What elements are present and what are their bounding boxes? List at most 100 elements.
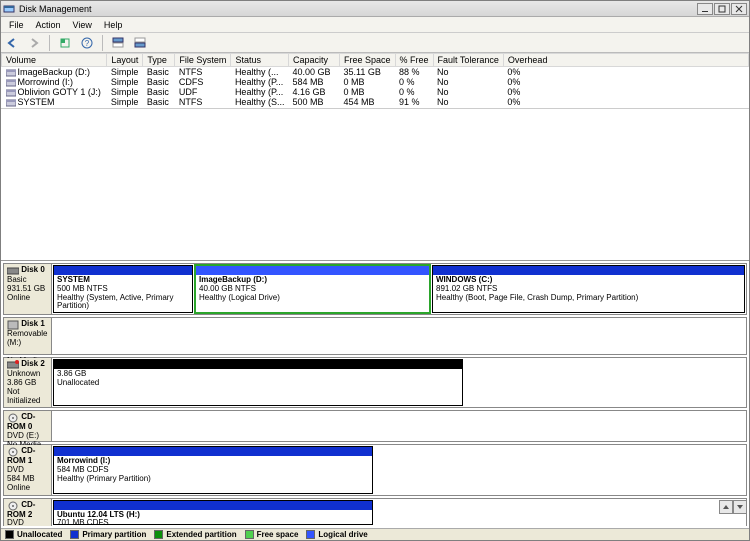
part-info: Healthy (Boot, Page File, Crash Dump, Pr… xyxy=(436,293,638,302)
col-fault-tolerance[interactable]: Fault Tolerance xyxy=(433,54,503,67)
toolbar-separator xyxy=(49,35,50,51)
scroll-down-button[interactable] xyxy=(733,500,747,514)
scroll-buttons xyxy=(719,500,747,514)
disk-label-disk1[interactable]: Disk 1 Removable (M:) No Media xyxy=(4,318,52,354)
disk-label-cdrom2[interactable]: CD-ROM 2 DVD 701 MB xyxy=(4,499,52,526)
empty-upper-area xyxy=(1,109,749,260)
disk-status: Online xyxy=(7,293,30,302)
part-sub: 3.86 GB xyxy=(57,369,86,378)
close-button[interactable] xyxy=(731,3,747,15)
legend-logical: Logical drive xyxy=(318,530,367,539)
partition-stripe xyxy=(433,266,744,275)
table-row[interactable]: ImageBackup (D:)SimpleBasicNTFSHealthy (… xyxy=(2,67,749,78)
disk-type: DVD (E:) xyxy=(7,431,39,440)
menu-action[interactable]: Action xyxy=(30,19,67,31)
disk-size: 931.51 GB xyxy=(7,284,45,293)
disk-type: Unknown xyxy=(7,369,40,378)
back-button[interactable] xyxy=(3,34,21,52)
cdrom1-partitions: Morrowind (I:) 584 MB CDFS Healthy (Prim… xyxy=(52,445,746,494)
table-row[interactable]: Morrowind (I:)SimpleBasicCDFSHealthy (P.… xyxy=(2,77,749,87)
disk-type: Basic xyxy=(7,275,27,284)
partition-morrowind[interactable]: Morrowind (I:) 584 MB CDFS Healthy (Prim… xyxy=(53,446,373,493)
part-info: Healthy (Primary Partition) xyxy=(57,474,151,483)
col-freespace[interactable]: Free Space xyxy=(340,54,396,67)
disk-label-disk2[interactable]: Disk 2 Unknown 3.86 GB Not Initialized xyxy=(4,358,52,407)
volume-list-pane: Volume Layout Type File System Status Ca… xyxy=(1,53,749,109)
view-top-button[interactable] xyxy=(109,34,127,52)
col-layout[interactable]: Layout xyxy=(107,54,143,67)
help-button[interactable]: ? xyxy=(78,34,96,52)
disk-row-disk1: Disk 1 Removable (M:) No Media xyxy=(3,317,747,355)
part-title: WINDOWS (C:) xyxy=(436,275,492,284)
disk-name: Disk 1 xyxy=(21,319,45,328)
disk0-partitions: SYSTEM 500 MB NTFS Healthy (System, Acti… xyxy=(52,264,746,314)
partition-system[interactable]: SYSTEM 500 MB NTFS Healthy (System, Acti… xyxy=(53,265,193,313)
part-title: Morrowind (I:) xyxy=(57,456,110,465)
disk-row-cdrom0: CD-ROM 0 DVD (E:) No Media xyxy=(3,410,747,442)
disk2-partitions: 3.86 GB Unallocated xyxy=(52,358,746,407)
disk-type: DVD xyxy=(7,518,24,527)
partition-stripe xyxy=(54,501,372,510)
disk-label-cdrom1[interactable]: CD-ROM 1 DVD 584 MB Online xyxy=(4,445,52,494)
disk-row-disk2: Disk 2 Unknown 3.86 GB Not Initialized 3… xyxy=(3,357,747,408)
disk-label-disk0[interactable]: Disk 0 Basic 931.51 GB Online xyxy=(4,264,52,314)
menu-file[interactable]: File xyxy=(3,19,30,31)
window-buttons xyxy=(697,3,747,15)
partition-windows[interactable]: WINDOWS (C:) 891.02 GB NTFS Healthy (Boo… xyxy=(432,265,745,313)
part-sub: 584 MB CDFS xyxy=(57,465,109,474)
col-percent-free[interactable]: % Free xyxy=(395,54,433,67)
disk-status: Not Initialized xyxy=(7,387,40,405)
scroll-up-button[interactable] xyxy=(719,500,733,514)
disk-size: 3.86 GB xyxy=(7,378,36,387)
partition-ubuntu[interactable]: Ubuntu 12.04 LTS (H:) 701 MB CDFS Health… xyxy=(53,500,373,525)
part-sub: 701 MB CDFS xyxy=(57,518,109,527)
partition-stripe xyxy=(54,360,462,369)
volume-table[interactable]: Volume Layout Type File System Status Ca… xyxy=(1,53,749,109)
refresh-button[interactable] xyxy=(56,34,74,52)
legend-swatch-primary xyxy=(70,530,79,539)
table-row[interactable]: SYSTEMSimpleBasicNTFSHealthy (S...500 MB… xyxy=(2,97,749,107)
col-capacity[interactable]: Capacity xyxy=(288,54,339,67)
legend-extended: Extended partition xyxy=(166,530,236,539)
part-sub: 500 MB NTFS xyxy=(57,284,108,293)
legend-swatch-free xyxy=(245,530,254,539)
menu-bar: File Action View Help xyxy=(1,17,749,33)
partition-stripe xyxy=(196,266,429,275)
menu-view[interactable]: View xyxy=(67,19,98,31)
legend-free: Free space xyxy=(257,530,299,539)
forward-button[interactable] xyxy=(25,34,43,52)
partition-imagebackup[interactable]: ImageBackup (D:) 40.00 GB NTFS Healthy (… xyxy=(195,265,430,313)
table-header-row: Volume Layout Type File System Status Ca… xyxy=(2,54,749,67)
disk1-partitions xyxy=(52,318,746,354)
view-bottom-button[interactable] xyxy=(131,34,149,52)
part-sub: 891.02 GB NTFS xyxy=(436,284,497,293)
disk-row-cdrom1: CD-ROM 1 DVD 584 MB Online Morrowind (I:… xyxy=(3,444,747,495)
disk-status: Online xyxy=(7,483,30,492)
col-volume[interactable]: Volume xyxy=(2,54,107,67)
svg-text:?: ? xyxy=(85,39,90,48)
title-bar: Disk Management xyxy=(1,1,749,17)
volume-icon xyxy=(6,69,16,77)
window-title: Disk Management xyxy=(19,4,697,14)
part-title: ImageBackup (D:) xyxy=(199,275,267,284)
col-type[interactable]: Type xyxy=(143,54,175,67)
partition-unallocated[interactable]: 3.86 GB Unallocated xyxy=(53,359,463,406)
partition-stripe xyxy=(54,266,192,275)
part-info: Healthy (Logical Drive) xyxy=(199,293,280,302)
part-title: Ubuntu 12.04 LTS (H:) xyxy=(57,510,140,519)
legend-bar: Unallocated Primary partition Extended p… xyxy=(1,528,749,540)
disk-type: DVD xyxy=(7,465,24,474)
disk-label-cdrom0[interactable]: CD-ROM 0 DVD (E:) No Media xyxy=(4,411,52,441)
legend-unallocated: Unallocated xyxy=(17,530,62,539)
disk-size: 584 MB xyxy=(7,474,35,483)
toolbar-separator xyxy=(102,35,103,51)
col-filesystem[interactable]: File System xyxy=(175,54,231,67)
part-info: Unallocated xyxy=(57,378,99,387)
maximize-button[interactable] xyxy=(714,3,730,15)
table-row[interactable]: Oblivion GOTY 1 (J:)SimpleBasicUDFHealth… xyxy=(2,87,749,97)
minimize-button[interactable] xyxy=(697,3,713,15)
col-status[interactable]: Status xyxy=(231,54,289,67)
menu-help[interactable]: Help xyxy=(98,19,129,31)
disk-management-window: Disk Management File Action View Help ? … xyxy=(0,0,750,541)
col-overhead[interactable]: Overhead xyxy=(503,54,748,67)
